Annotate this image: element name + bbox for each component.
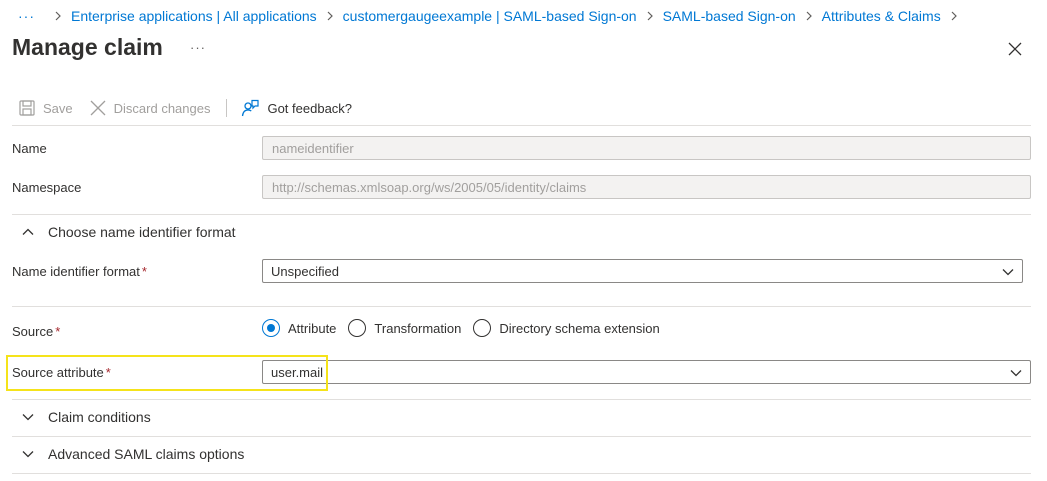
name-field: nameidentifier: [262, 136, 1031, 160]
source-radio-group: Attribute Transformation Directory schem…: [262, 319, 672, 337]
advanced-saml-section-toggle[interactable]: Advanced SAML claims options: [22, 446, 244, 462]
name-identifier-format-dropdown[interactable]: Unspecified: [262, 259, 1023, 283]
discard-label: Discard changes: [113, 100, 211, 116]
feedback-label: Got feedback?: [267, 100, 353, 116]
breadcrumb-saml-sign-on[interactable]: SAML-based Sign-on: [663, 8, 796, 24]
chevron-down-icon: [22, 451, 34, 458]
save-label: Save: [43, 100, 73, 116]
chevron-right-icon: [54, 11, 62, 21]
namespace-value: http://schemas.xmlsoap.org/ws/2005/05/id…: [272, 179, 587, 195]
name-value: nameidentifier: [272, 140, 354, 156]
divider: [12, 473, 1031, 474]
dropdown-value: Unspecified: [271, 263, 339, 279]
chevron-right-icon: [805, 11, 813, 21]
divider: [12, 436, 1031, 437]
section-label: Claim conditions: [48, 409, 151, 425]
section-label: Choose name identifier format: [48, 224, 236, 240]
divider: [12, 306, 1031, 307]
close-icon: [90, 100, 106, 116]
section-label: Advanced SAML claims options: [48, 446, 245, 462]
divider: [12, 125, 1031, 126]
chevron-down-icon: [1010, 370, 1022, 377]
required-marker: *: [105, 365, 111, 380]
feedback-button[interactable]: Got feedback?: [241, 99, 352, 117]
radio-attribute[interactable]: Attribute: [262, 319, 336, 337]
required-marker: *: [55, 324, 61, 339]
save-icon: [19, 100, 35, 116]
source-label: Source *: [12, 324, 60, 339]
discard-changes-button[interactable]: Discard changes: [89, 99, 211, 117]
breadcrumb-enterprise-applications[interactable]: Enterprise applications | All applicatio…: [71, 8, 317, 24]
chevron-down-icon: [1002, 269, 1014, 276]
name-identifier-format-label: Name identifier format *: [12, 264, 147, 279]
name-label: Name: [12, 141, 47, 156]
claim-conditions-section-toggle[interactable]: Claim conditions: [22, 409, 151, 425]
namespace-label: Namespace: [12, 180, 82, 195]
required-marker: *: [141, 264, 147, 279]
name-identifier-format-text: Name identifier format: [12, 264, 140, 279]
breadcrumb-app-saml[interactable]: customergaugeexample | SAML-based Sign-o…: [343, 8, 637, 24]
chevron-right-icon: [646, 11, 654, 21]
chevron-right-icon: [950, 11, 958, 21]
page-title: Manage claim: [12, 34, 163, 60]
divider: [12, 214, 1031, 215]
source-attribute-dropdown[interactable]: user.mail: [262, 360, 1031, 384]
namespace-field: http://schemas.xmlsoap.org/ws/2005/05/id…: [262, 175, 1031, 199]
radio-button-checked[interactable]: [262, 319, 280, 337]
source-attribute-text: Source attribute: [12, 365, 104, 380]
radio-button[interactable]: [348, 319, 367, 337]
command-bar: Save Discard changes Got feedback?: [18, 96, 352, 120]
close-button[interactable]: [1006, 40, 1024, 58]
toolbar-divider: [226, 99, 228, 117]
source-attribute-label: Source attribute *: [12, 365, 111, 380]
close-icon: [1008, 42, 1022, 56]
radio-label: Attribute: [288, 320, 337, 336]
chevron-down-icon: [22, 414, 34, 421]
chevron-up-icon: [22, 228, 34, 235]
dropdown-value: user.mail: [271, 364, 324, 380]
radio-button[interactable]: [473, 319, 492, 337]
chevron-right-icon: [326, 11, 334, 21]
breadcrumb-more-button[interactable]: ···: [18, 8, 35, 24]
radio-directory-schema-extension[interactable]: Directory schema extension: [473, 319, 660, 337]
radio-label: Directory schema extension: [499, 320, 660, 336]
divider: [12, 399, 1031, 400]
source-text: Source: [12, 324, 54, 339]
radio-label: Transformation: [374, 320, 462, 336]
breadcrumb-attributes-claims[interactable]: Attributes & Claims: [822, 8, 941, 24]
save-button[interactable]: Save: [18, 99, 73, 117]
name-identifier-format-section-toggle[interactable]: Choose name identifier format: [22, 224, 236, 240]
breadcrumb: ··· Enterprise applications | All applic…: [18, 7, 967, 25]
radio-transformation[interactable]: Transformation: [348, 319, 461, 337]
more-options-button[interactable]: ···: [190, 40, 206, 55]
feedback-icon: [242, 99, 260, 117]
